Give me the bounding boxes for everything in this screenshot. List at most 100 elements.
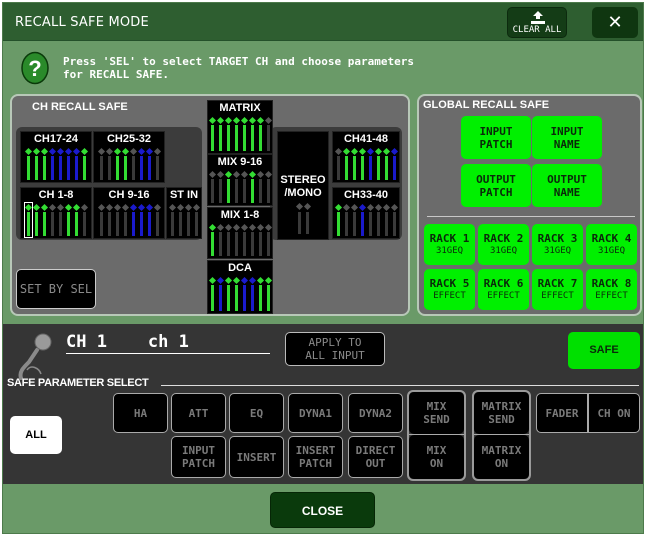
rack-5-button[interactable]: RACK 5 EFFECT [424,269,475,310]
fader-channel[interactable] [243,179,246,203]
mix-send-button[interactable]: MIX SEND [409,392,464,434]
fader-block-ch41-48[interactable]: CH41-48 [332,131,400,183]
fader-channel[interactable] [179,212,182,236]
fader-channel[interactable] [251,285,254,311]
fader-channel[interactable] [337,212,340,236]
fader-channel[interactable] [251,232,254,256]
fader-channel[interactable] [156,212,159,236]
dyna1-button[interactable]: DYNA1 [288,393,343,433]
fader-channel[interactable] [243,232,246,256]
fader-channel[interactable] [124,156,127,180]
safe-button[interactable]: SAFE [568,332,640,369]
fader-channel[interactable] [259,125,262,151]
rack-2-button[interactable]: RACK 2 31GEQ [478,224,529,265]
ch-on-button[interactable]: CH ON [588,393,640,433]
fader-channel[interactable] [393,212,396,236]
fader-channel[interactable] [116,212,119,236]
fader-channel[interactable] [235,179,238,203]
fader-block-ch33-40[interactable]: CH33-40 [332,187,400,239]
fader-channel[interactable] [259,232,262,256]
eq-button[interactable]: EQ [229,393,284,433]
fader-channel[interactable] [35,156,38,180]
fader-block-dca[interactable]: DCA [207,260,273,314]
fader-block-ch17-24[interactable]: CH17-24 [20,131,92,183]
fader-channel[interactable] [345,212,348,236]
fader-channel[interactable] [369,212,372,236]
ha-button[interactable]: HA [113,393,168,433]
fader-channel[interactable] [211,285,214,311]
fader-channel[interactable] [140,212,143,236]
fader-channel[interactable] [59,212,62,236]
fader-channel[interactable] [59,156,62,180]
fader-channel[interactable] [235,125,238,151]
att-button[interactable]: ATT [171,393,226,433]
fader-channel[interactable] [132,212,135,236]
insert-button[interactable]: INSERT [229,436,284,478]
fader-channel[interactable] [75,156,78,180]
fader-channel[interactable] [211,232,214,256]
fader-channel[interactable] [259,285,262,311]
fader-channel[interactable] [259,179,262,203]
fader-channel[interactable] [235,285,238,311]
close-button[interactable]: CLOSE [270,492,375,528]
dyna2-button[interactable]: DYNA2 [348,393,403,433]
fader-channel[interactable] [377,212,380,236]
mix-on-button[interactable]: MIX ON [409,435,464,479]
fader-channel[interactable] [353,212,356,236]
fader-channel[interactable] [219,285,222,311]
fader-channel[interactable] [361,212,364,236]
fader-channel[interactable] [67,156,70,180]
fader-block-matrix[interactable]: MATRIX [207,100,273,154]
fader-channel[interactable] [83,212,86,236]
fader-channel[interactable] [243,125,246,151]
fader-channel[interactable] [298,212,301,234]
fader-channel[interactable] [251,125,254,151]
fader-channel[interactable] [27,156,30,180]
rack-3-button[interactable]: RACK 3 31GEQ [532,224,583,265]
all-button[interactable]: ALL [10,416,62,454]
fader-channel[interactable] [140,156,143,180]
apply-to-all-input-button[interactable]: APPLY TO ALL INPUT [285,332,385,366]
fader-channel[interactable] [385,156,388,180]
fader-channel[interactable] [67,212,70,236]
fader-channel[interactable] [227,179,230,203]
fader-channel[interactable] [219,232,222,256]
fader-channel[interactable] [227,232,230,256]
fader-channel[interactable] [124,212,127,236]
fader-channel[interactable] [43,156,46,180]
fader-channel[interactable] [219,125,222,151]
fader-channel[interactable] [75,212,78,236]
fader-channel[interactable] [100,156,103,180]
fader-block-mix1-8[interactable]: MIX 1-8 [207,207,273,259]
fader-channel[interactable] [108,212,111,236]
fader-channel[interactable] [345,156,348,180]
fader-block-ch9-16[interactable]: CH 9-16 [93,187,165,239]
insert-patch-button[interactable]: INSERT PATCH [288,436,343,478]
fader-channel[interactable] [108,156,111,180]
fader-channel[interactable] [83,156,86,180]
fader-channel[interactable] [267,125,270,151]
input-name-button[interactable]: INPUT NAME [532,116,602,159]
set-by-sel-button[interactable]: SET BY SEL [16,269,96,309]
fader-block-mix9-16[interactable]: MIX 9-16 [207,154,273,206]
fader-channel[interactable] [148,156,151,180]
fader-channel[interactable] [369,156,372,180]
output-patch-button[interactable]: OUTPUT PATCH [461,164,531,207]
fader-channel[interactable] [243,285,246,311]
fader-channel[interactable] [361,156,364,180]
fader-channel[interactable] [251,179,254,203]
fader-channel[interactable] [235,232,238,256]
fader-channel[interactable] [43,212,46,236]
fader-channel[interactable] [156,156,159,180]
fader-channel[interactable] [267,232,270,256]
direct-out-button[interactable]: DIRECT OUT [348,436,403,478]
fader-channel[interactable] [211,125,214,151]
fader-channel[interactable] [51,156,54,180]
fader-channel[interactable] [353,156,356,180]
fader-channel[interactable] [306,212,309,234]
fader-channel[interactable] [377,156,380,180]
close-window-button[interactable]: ✕ [592,7,638,38]
fader-block-stin[interactable]: ST IN [166,187,202,239]
fader-channel[interactable] [227,125,230,151]
output-name-button[interactable]: OUTPUT NAME [532,164,602,207]
